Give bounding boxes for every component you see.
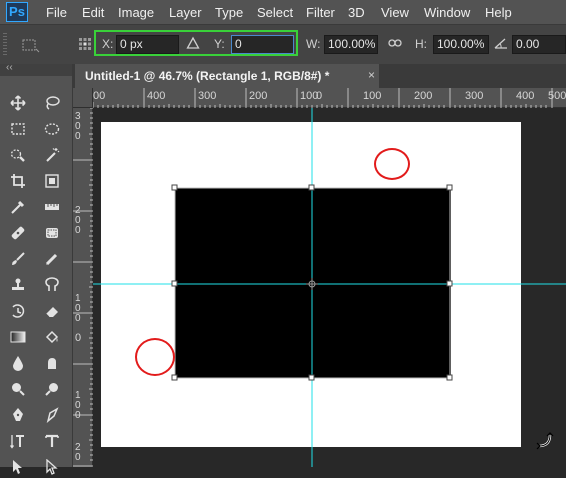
move-icon[interactable] (7, 92, 29, 114)
transform-handle[interactable] (446, 184, 453, 191)
menu-window[interactable]: Window (424, 5, 470, 20)
w-label: W: (306, 37, 321, 51)
healing-brush-icon[interactable] (7, 222, 29, 244)
pattern-stamp-icon[interactable] (41, 274, 63, 296)
freeform-pen-icon[interactable] (41, 404, 63, 426)
menu-view[interactable]: View (381, 5, 409, 20)
direct-select-icon[interactable] (41, 456, 63, 478)
quick-select-icon[interactable] (7, 144, 29, 166)
paint-bucket-icon[interactable] (41, 326, 63, 348)
menu-help[interactable]: Help (485, 5, 512, 20)
y-field[interactable]: 0 (231, 35, 294, 54)
red-highlight-circle-left (135, 338, 175, 376)
options-gripper[interactable] (3, 33, 7, 55)
clone-stamp-icon[interactable] (7, 274, 29, 296)
menu-bar: Ps File Edit Image Layer Type Select Fil… (0, 0, 566, 24)
dodge-icon[interactable] (7, 378, 29, 400)
reference-point-crosshair[interactable] (306, 278, 318, 290)
rotate-cursor-icon (536, 432, 554, 450)
crop-icon[interactable] (7, 170, 29, 192)
menu-edit[interactable]: Edit (82, 5, 104, 20)
transform-handle[interactable] (308, 184, 315, 191)
transform-handle[interactable] (446, 374, 453, 381)
lasso-icon[interactable] (41, 92, 63, 114)
collapse-icon[interactable]: ‹‹ (6, 62, 13, 73)
link-icon[interactable] (388, 37, 402, 49)
transform-handle[interactable] (171, 280, 178, 287)
type-icon[interactable] (41, 430, 63, 452)
angle-field[interactable]: 0.00 (512, 35, 566, 54)
path-select-icon[interactable] (7, 456, 29, 478)
menu-select[interactable]: Select (257, 5, 293, 20)
h-field[interactable]: 100.00% (433, 35, 489, 54)
options-bar: X: 0 px Y: 0 W: 100.00% H: 100.00% 0.00 (0, 24, 566, 65)
pen-icon[interactable] (7, 404, 29, 426)
menu-image[interactable]: Image (118, 5, 154, 20)
h-label: H: (415, 37, 427, 51)
menu-3d[interactable]: 3D (348, 5, 365, 20)
marquee-ellipse-icon[interactable] (41, 118, 63, 140)
x-label: X: (102, 37, 114, 51)
history-brush-icon[interactable] (7, 300, 29, 322)
transform-handle[interactable] (171, 374, 178, 381)
y-label: Y: (214, 37, 225, 51)
eraser-icon[interactable] (41, 300, 63, 322)
magic-wand-icon[interactable] (41, 144, 63, 166)
smudge-icon[interactable] (41, 352, 63, 374)
transform-handle[interactable] (171, 184, 178, 191)
x-field[interactable]: 0 px (116, 35, 179, 54)
guides-overlay (93, 108, 566, 467)
relative-position-icon[interactable] (186, 36, 200, 50)
w-field[interactable]: 100.00% (324, 35, 378, 54)
transform-handle[interactable] (308, 374, 315, 381)
menu-layer[interactable]: Layer (169, 5, 202, 20)
photoshop-logo: Ps (6, 2, 28, 22)
burn-icon[interactable] (41, 378, 63, 400)
red-highlight-circle-top (374, 148, 410, 180)
eyedropper-icon[interactable] (7, 196, 29, 218)
blur-icon[interactable] (7, 352, 29, 374)
marquee-rect-icon[interactable] (7, 118, 29, 140)
menu-file[interactable]: File (46, 5, 67, 20)
pencil-icon[interactable] (41, 248, 63, 270)
angle-icon (494, 38, 507, 49)
patch-icon[interactable] (41, 222, 63, 244)
gradient-icon[interactable] (7, 326, 29, 348)
reference-point-icon[interactable] (78, 37, 92, 51)
ruler-icon[interactable] (41, 196, 63, 218)
slice-icon[interactable] (41, 170, 63, 192)
menu-filter[interactable]: Filter (306, 5, 335, 20)
document-area: Untitled-1 @ 46.7% (Rectangle 1, RGB/8#)… (73, 64, 566, 467)
brush-icon[interactable] (7, 248, 29, 270)
tools-panel-header: ‹‹ (0, 62, 72, 76)
tools-panel: ‹‹ (0, 62, 73, 475)
transform-handle[interactable] (446, 280, 453, 287)
menu-type[interactable]: Type (215, 5, 243, 20)
vertical-type-icon[interactable] (7, 430, 29, 452)
transform-tool-icon[interactable] (20, 37, 40, 53)
